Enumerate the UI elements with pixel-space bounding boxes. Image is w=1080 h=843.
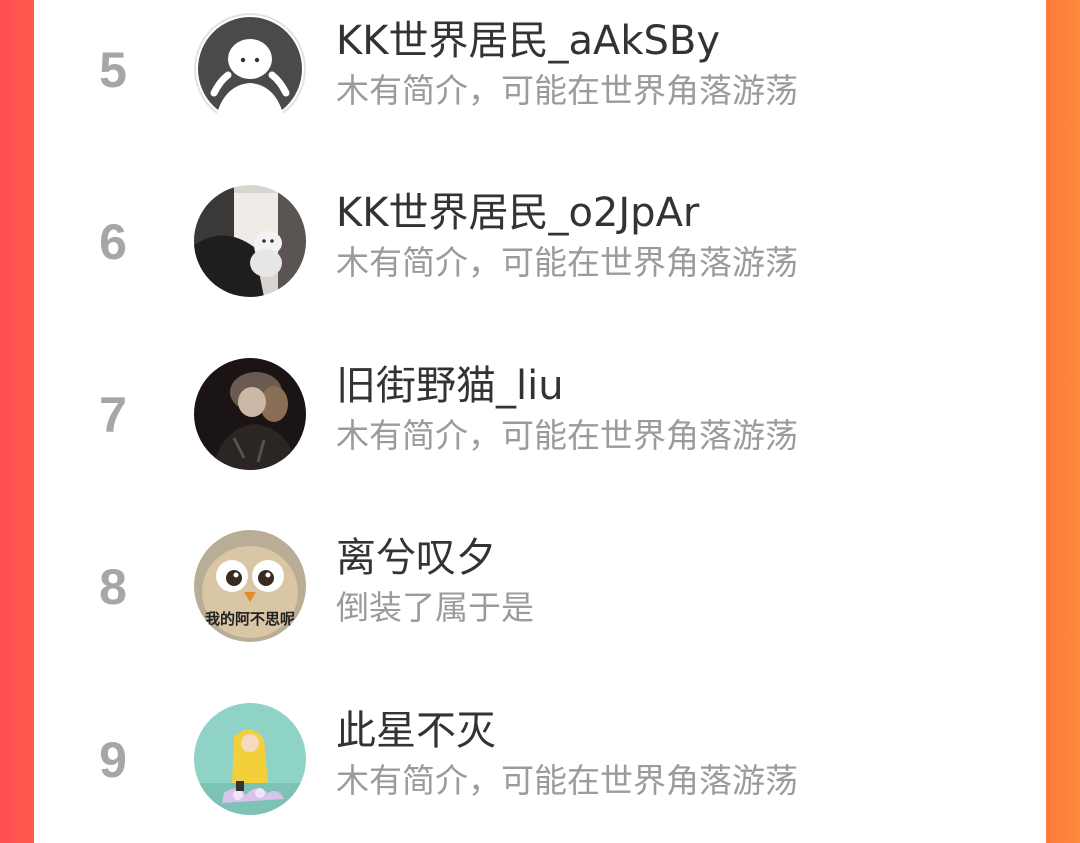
- raincoat-girl-avatar[interactable]: [194, 703, 306, 815]
- list-item[interactable]: 5 KK世界居民_aAkSBy 木有简介，可能在世界角落游荡: [34, 0, 1046, 140]
- photo-avatar-cat[interactable]: [194, 185, 306, 297]
- rank-number: 8: [99, 559, 127, 615]
- avatar-caption: 我的阿不思呢: [205, 610, 295, 628]
- user-bio: 倒装了属于是: [336, 588, 534, 627]
- user-name[interactable]: 旧街野猫_liu: [336, 362, 564, 410]
- rank-number: 5: [99, 42, 127, 98]
- list-item[interactable]: 7 旧街野猫_liu 木有简介，可能在世界角落游荡: [34, 345, 1046, 485]
- user-name[interactable]: KK世界居民_o2JpAr: [336, 189, 699, 237]
- list-item[interactable]: 8 我的阿不思呢 离兮叹夕 倒装了属于是: [34, 517, 1046, 657]
- list-item[interactable]: 6 KK世界居民_o2JpAr 木有简介，可能在世界角落游荡: [34, 172, 1046, 312]
- user-bio: 木有简介，可能在世界角落游荡: [336, 761, 798, 800]
- user-name[interactable]: 离兮叹夕: [336, 534, 496, 582]
- user-name[interactable]: KK世界居民_aAkSBy: [336, 17, 720, 65]
- rank-number: 6: [99, 214, 127, 270]
- user-bio: 木有简介，可能在世界角落游荡: [336, 243, 798, 282]
- anime-avatar-dark[interactable]: [194, 358, 306, 470]
- user-bio: 木有简介，可能在世界角落游荡: [336, 416, 798, 455]
- bird-meme-avatar[interactable]: 我的阿不思呢: [194, 530, 306, 642]
- rank-number: 9: [99, 732, 127, 788]
- default-user-avatar[interactable]: [194, 13, 306, 125]
- user-name[interactable]: 此星不灭: [336, 707, 496, 755]
- user-bio: 木有简介，可能在世界角落游荡: [336, 71, 798, 110]
- ranking-list: 5 KK世界居民_aAkSBy 木有简介，可能在世界角落游荡 6 KK世界居民_…: [34, 0, 1046, 843]
- rank-number: 7: [99, 387, 127, 443]
- list-item[interactable]: 9 此星不灭 木有简介，可能在世界角落游荡: [34, 690, 1046, 830]
